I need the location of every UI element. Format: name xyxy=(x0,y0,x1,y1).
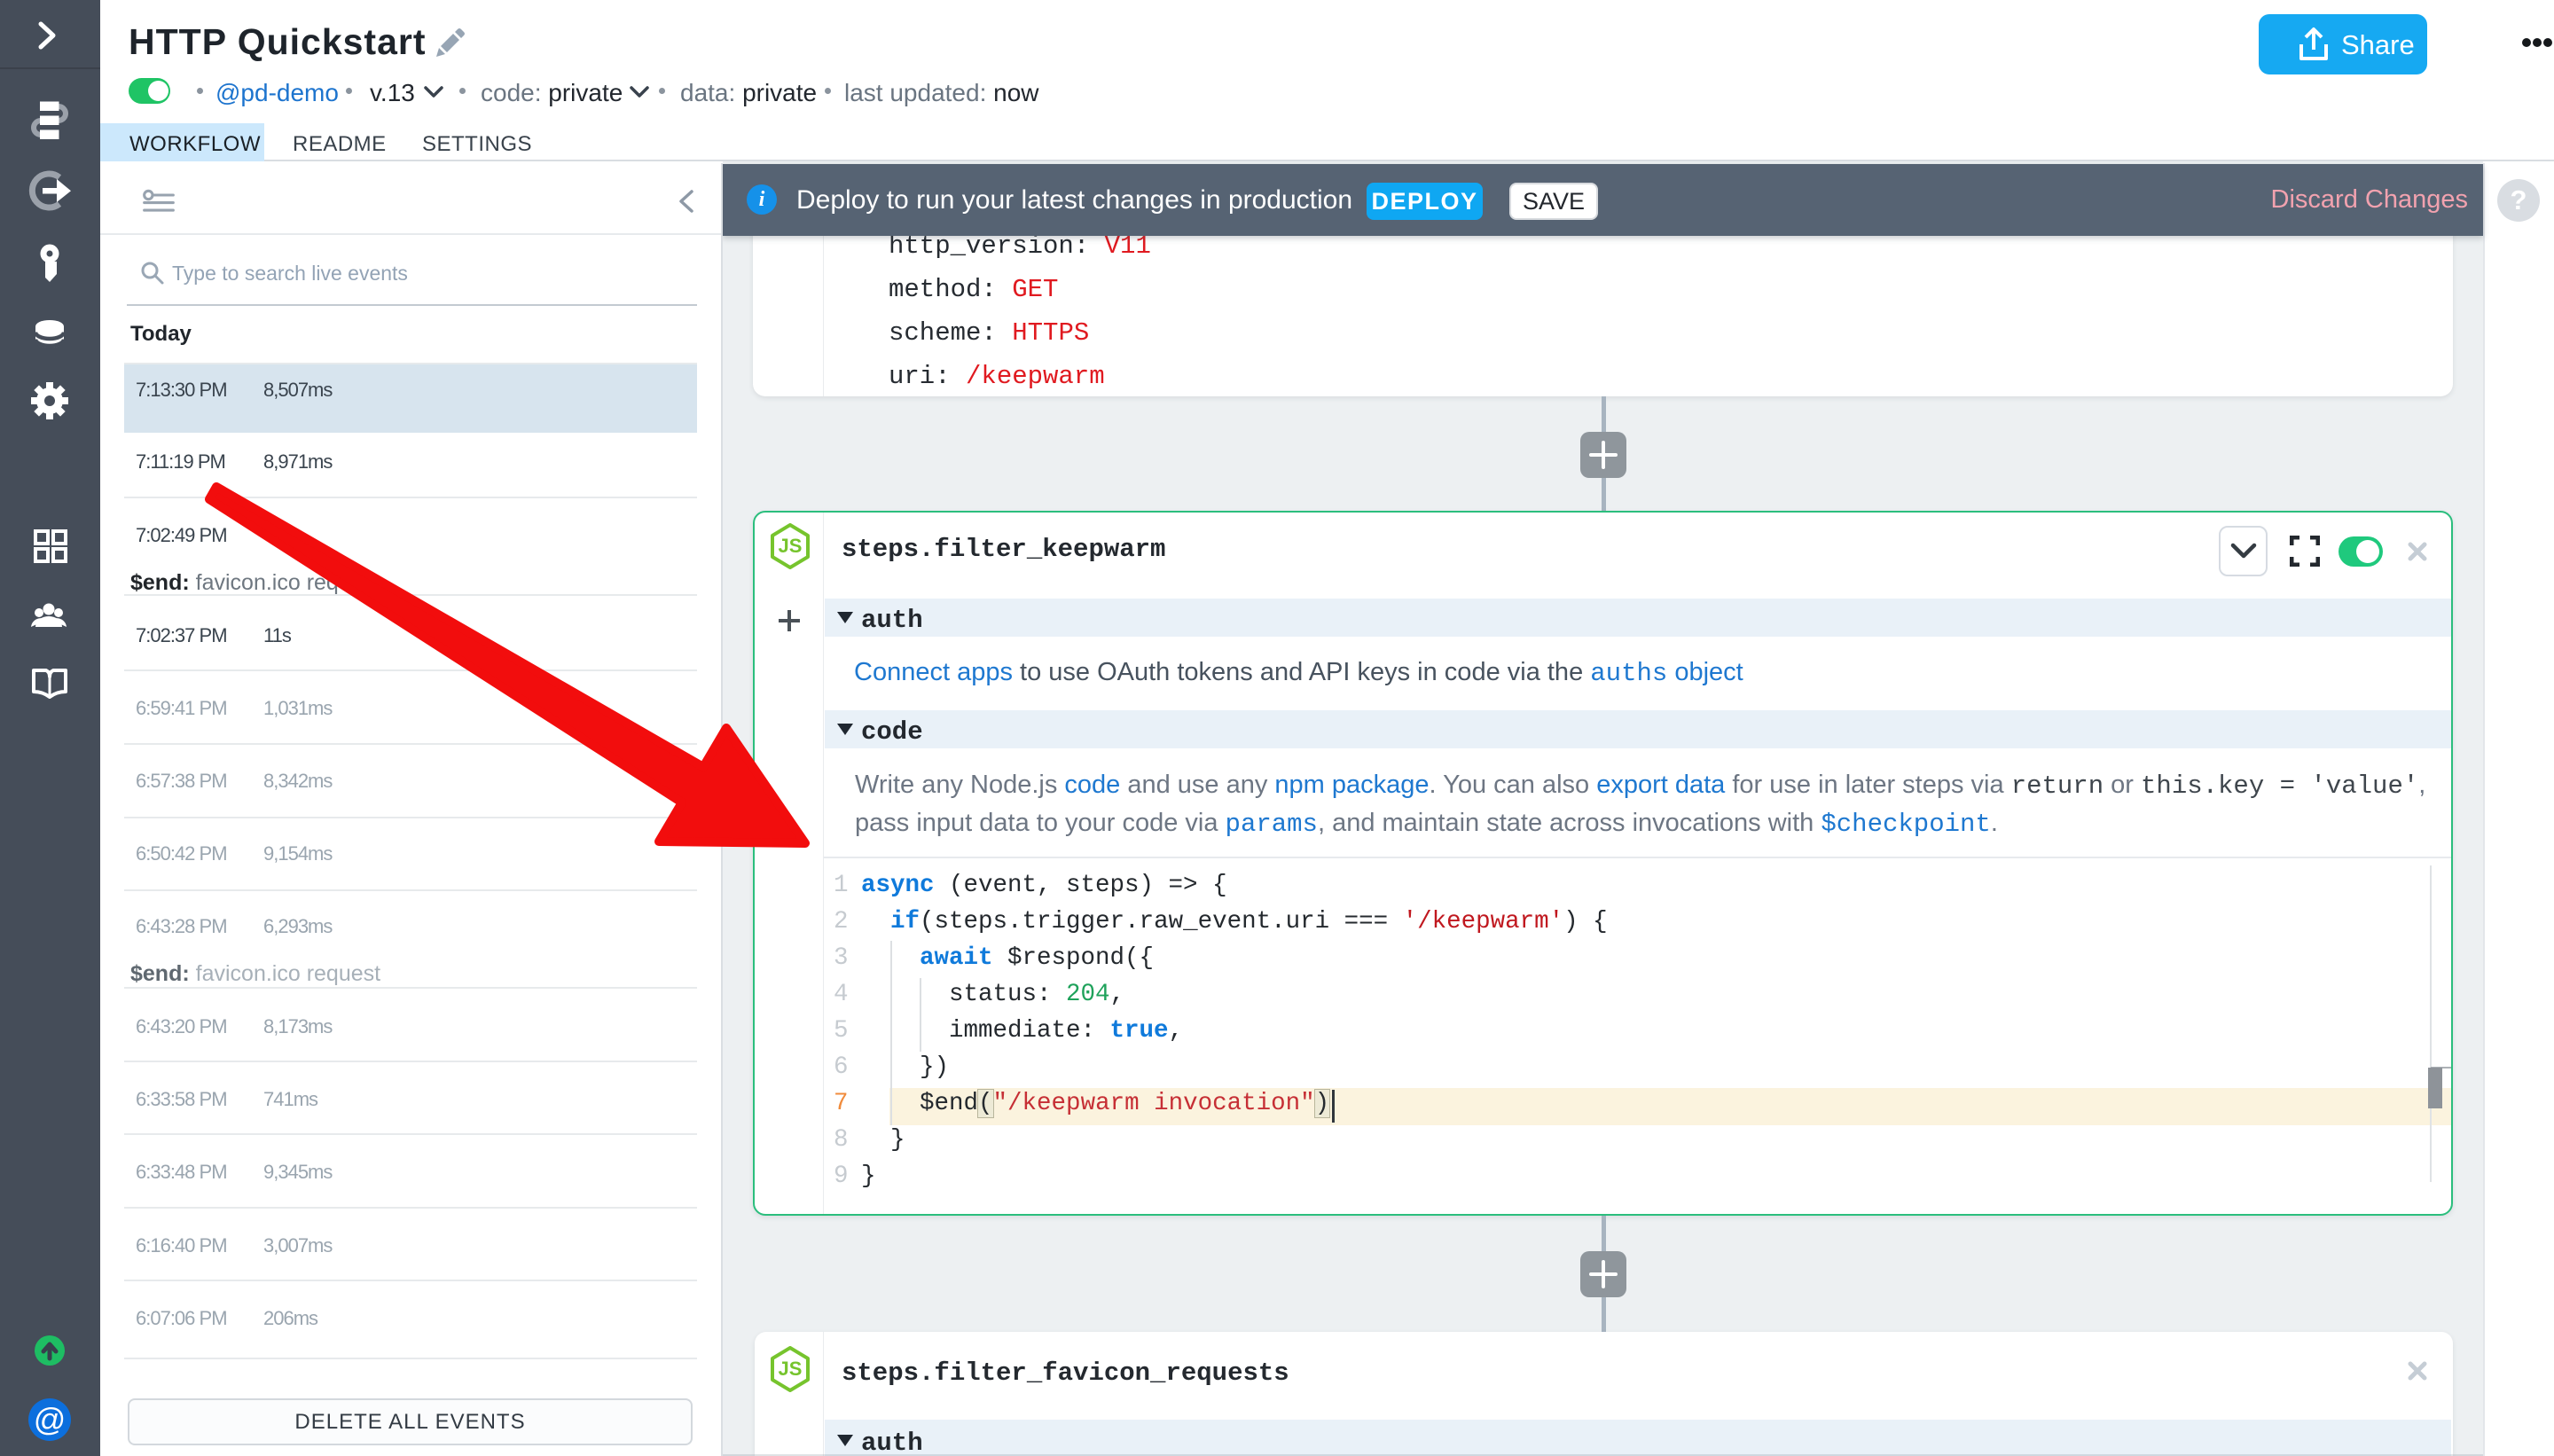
svg-text:JS: JS xyxy=(779,1358,803,1380)
svg-text:@: @ xyxy=(34,1401,67,1437)
svg-text:JS: JS xyxy=(779,535,803,557)
